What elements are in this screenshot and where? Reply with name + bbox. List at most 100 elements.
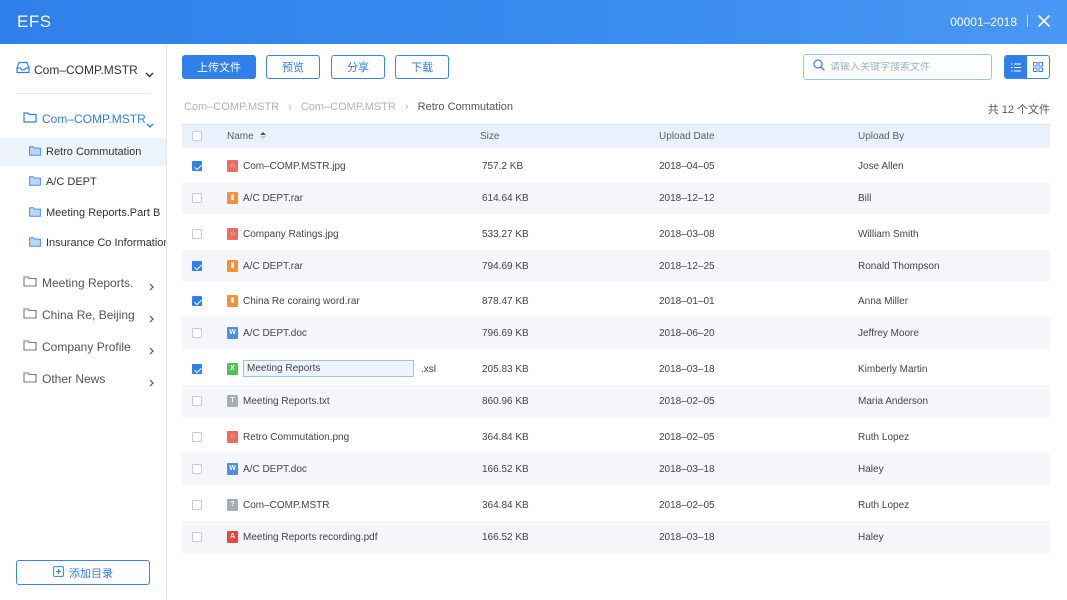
table-header: Name Size Upload Date Upload By bbox=[182, 124, 1050, 148]
table-row[interactable]: ⌂ Retro Commutation.png 364.84 KB 2018–02–0… bbox=[182, 421, 1050, 453]
file-size: 533.27 KB bbox=[482, 229, 529, 240]
title-bar: EFS 00001–2018 bbox=[0, 0, 1067, 44]
file-size: 166.52 KB bbox=[482, 464, 529, 475]
workspace-selector[interactable]: Com–COMP.MSTR bbox=[16, 61, 156, 79]
table-row[interactable]: ▮ A/C DEPT.rar 614.64 KB 2018–12–12 Bill bbox=[182, 182, 1050, 214]
sidebar-subitem-ac-dept[interactable]: A/C DEPT bbox=[0, 168, 166, 196]
table-row[interactable]: A Meeting Reports recording.pdf 166.52 KB 2… bbox=[182, 521, 1050, 553]
breadcrumb-item[interactable]: Com–COMP.MSTR bbox=[184, 101, 279, 113]
sidebar-subitem-meeting-reports-part-b[interactable]: Meeting Reports.Part B bbox=[0, 199, 166, 227]
share-button[interactable]: 分享 bbox=[331, 55, 385, 79]
uploader: Haley bbox=[858, 464, 884, 475]
img-file-icon: ⌂ bbox=[227, 160, 238, 172]
file-name[interactable]: Com–COMP.MSTR.jpg bbox=[243, 161, 346, 172]
chevron-right-icon bbox=[149, 278, 154, 296]
sidebar-item-meeting-reports[interactable]: Meeting Reports. bbox=[23, 274, 157, 292]
row-checkbox[interactable] bbox=[192, 161, 202, 171]
row-checkbox[interactable] bbox=[192, 261, 202, 271]
list-view-icon[interactable] bbox=[1005, 56, 1027, 78]
file-name[interactable]: China Re coraing word.rar bbox=[243, 296, 360, 307]
code-label: 00001–2018 bbox=[950, 15, 1017, 29]
inbox-icon bbox=[16, 61, 30, 79]
table-row[interactable]: W A/C DEPT.doc 796.69 KB 2018–06–20 Jeffrey … bbox=[182, 317, 1050, 349]
sidebar-item-company-profile[interactable]: Company Profile bbox=[23, 338, 157, 356]
preview-button[interactable]: 预览 bbox=[266, 55, 320, 79]
file-name[interactable]: Com–COMP.MSTR bbox=[243, 500, 330, 511]
table-row[interactable]: ? Com–COMP.MSTR 364.84 KB 2018–02–05 Ruth Lo… bbox=[182, 489, 1050, 521]
upload-date: 2018–03–18 bbox=[659, 532, 715, 543]
row-checkbox[interactable] bbox=[192, 364, 202, 374]
file-size: 794.69 KB bbox=[482, 261, 529, 272]
chevron-right-icon: › bbox=[404, 101, 409, 113]
table-row[interactable]: X .xsl 205.83 KB 2018–03–18 Kimberly Martin bbox=[182, 353, 1050, 385]
file-name[interactable]: Company Ratings.jpg bbox=[243, 229, 339, 240]
uploader: Haley bbox=[858, 532, 884, 543]
row-checkbox[interactable] bbox=[192, 193, 202, 203]
rar-file-icon: ▮ bbox=[227, 295, 238, 307]
chevron-right-icon: › bbox=[288, 101, 292, 113]
row-checkbox[interactable] bbox=[192, 229, 202, 239]
xls-file-icon: X bbox=[227, 363, 238, 375]
row-checkbox[interactable] bbox=[192, 500, 202, 510]
table-row[interactable]: ⌂ Com–COMP.MSTR.jpg 757.2 KB 2018–04–05 Jose… bbox=[182, 150, 1050, 182]
table-row[interactable]: W A/C DEPT.doc 166.52 KB 2018–03–18 Haley bbox=[182, 453, 1050, 485]
upload-date: 2018–03–18 bbox=[659, 364, 715, 375]
sidebar-subitem-retro-commutation[interactable]: Retro Commutation bbox=[0, 138, 166, 166]
add-directory-button[interactable]: 添加目录 bbox=[16, 560, 150, 585]
sidebar-root-folder[interactable]: Com–COMP.MSTR bbox=[23, 110, 157, 128]
sidebar-item-china-re[interactable]: China Re, Beijing bbox=[23, 306, 157, 324]
uploader: William Smith bbox=[858, 229, 919, 240]
rar-file-icon: ▮ bbox=[227, 260, 238, 272]
breadcrumb-current: Retro Commutation bbox=[417, 101, 514, 113]
file-size: 796.69 KB bbox=[482, 328, 529, 339]
file-size: 757.2 KB bbox=[482, 161, 524, 172]
size-column-header[interactable]: Size bbox=[480, 131, 499, 142]
file-name[interactable]: A/C DEPT.rar bbox=[243, 261, 303, 272]
file-size: 614.64 KB bbox=[482, 193, 529, 204]
row-checkbox[interactable] bbox=[192, 296, 202, 306]
file-name[interactable]: Retro Commutation.png bbox=[243, 432, 349, 443]
row-checkbox[interactable] bbox=[192, 328, 202, 338]
folder-icon bbox=[29, 204, 41, 222]
uploader: Ronald Thompson bbox=[858, 261, 940, 272]
search-icon bbox=[813, 58, 825, 76]
breadcrumb-item[interactable]: Com–COMP.MSTR bbox=[301, 101, 396, 113]
file-name[interactable]: Meeting Reports recording.pdf bbox=[243, 532, 378, 543]
date-column-header[interactable]: Upload Date bbox=[659, 131, 715, 142]
file-name[interactable]: A/C DEPT.doc bbox=[243, 328, 307, 339]
sidebar-item-other-news[interactable]: Other News bbox=[23, 370, 157, 388]
row-checkbox[interactable] bbox=[192, 464, 202, 474]
table-row[interactable]: ▮ A/C DEPT.rar 794.69 KB 2018–12–25 Ronald T… bbox=[182, 250, 1050, 282]
chevron-right-icon bbox=[149, 342, 154, 360]
upload-button[interactable]: 上传文件 bbox=[182, 55, 256, 79]
user-column-header[interactable]: Upload By bbox=[858, 131, 904, 142]
upload-date: 2018–06–20 bbox=[659, 328, 715, 339]
table-row[interactable]: ⌂ Company Ratings.jpg 533.27 KB 2018–03–08 W… bbox=[182, 218, 1050, 250]
row-checkbox[interactable] bbox=[192, 432, 202, 442]
doc-file-icon: W bbox=[227, 463, 238, 475]
table-row[interactable]: T Meeting Reports.txt 860.96 KB 2018–02–05 M… bbox=[182, 385, 1050, 417]
select-all-checkbox[interactable] bbox=[192, 131, 202, 141]
row-checkbox[interactable] bbox=[192, 396, 202, 406]
folder-icon bbox=[23, 274, 37, 292]
file-name[interactable]: Meeting Reports.txt bbox=[243, 396, 330, 407]
table-row[interactable]: ▮ China Re coraing word.rar 878.47 KB 2018–… bbox=[182, 285, 1050, 317]
sidebar-subitem-insurance[interactable]: Insurance Co Information bbox=[0, 229, 166, 257]
grid-view-icon[interactable] bbox=[1027, 56, 1049, 78]
rename-input[interactable] bbox=[243, 360, 414, 377]
sort-icon[interactable] bbox=[260, 131, 267, 142]
file-size: 860.96 KB bbox=[482, 396, 529, 407]
file-name[interactable]: A/C DEPT.rar bbox=[243, 193, 303, 204]
download-button[interactable]: 下载 bbox=[395, 55, 449, 79]
search-input[interactable] bbox=[830, 61, 980, 73]
file-name[interactable]: A/C DEPT.doc bbox=[243, 464, 307, 475]
row-checkbox[interactable] bbox=[192, 532, 202, 542]
upload-date: 2018–04–05 bbox=[659, 161, 715, 172]
file-size: 878.47 KB bbox=[482, 296, 529, 307]
uploader: Bill bbox=[858, 193, 872, 204]
close-icon[interactable] bbox=[1037, 14, 1051, 28]
uploader: Jose Allen bbox=[858, 161, 904, 172]
name-column-header[interactable]: Name bbox=[227, 131, 267, 142]
file-size: 364.84 KB bbox=[482, 500, 529, 511]
rar-file-icon: ▮ bbox=[227, 192, 238, 204]
